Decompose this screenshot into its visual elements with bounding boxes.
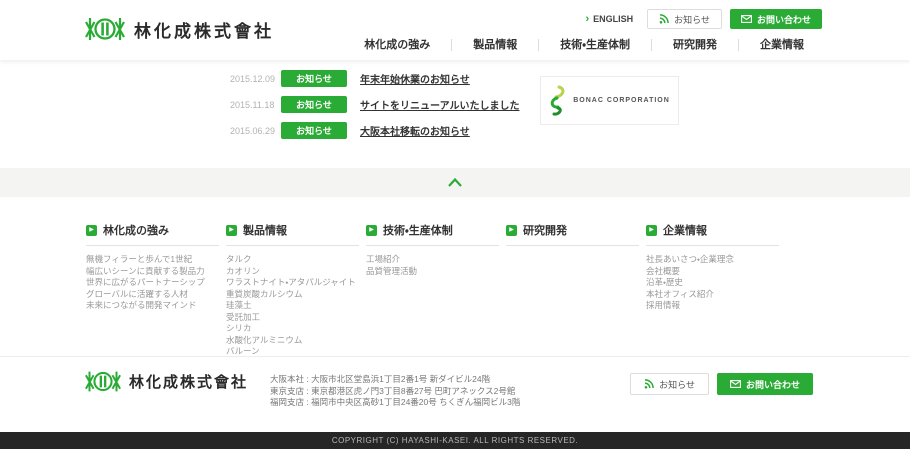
footer-link[interactable]: ワラストナイト・アタパルジャイト <box>226 277 359 289</box>
footer-link[interactable]: カオリン <box>226 266 359 278</box>
page: 林化成株式會社 › ENGLISH お知らせ お問い合わせ <box>0 0 910 449</box>
footer-logo[interactable]: 林化成株式會社 <box>85 367 248 396</box>
news-category-badge: お知らせ <box>281 70 347 87</box>
rss-icon <box>644 379 654 389</box>
footer-link[interactable]: 採用情報 <box>646 300 779 312</box>
footer-link[interactable]: 重質炭酸カルシウム <box>226 289 359 301</box>
news-row: 2015.06.29 お知らせ 大阪本社移転のお知らせ <box>230 122 520 139</box>
footer-link[interactable]: 品質管理活動 <box>366 266 499 278</box>
company-name: 林化成株式會社 <box>129 371 248 392</box>
footer-contact-button[interactable]: お問い合わせ <box>717 373 813 395</box>
bonac-logo-icon <box>549 85 567 117</box>
company-logo-icon <box>85 367 121 396</box>
footer-link[interactable]: 受託加工 <box>226 312 359 324</box>
header-news-label: お知らせ <box>674 13 710 26</box>
header-logo[interactable]: 林化成株式會社 <box>85 13 274 45</box>
nav-item-technology[interactable]: 技術・生産体制 <box>539 37 651 53</box>
company-name: 林化成株式會社 <box>134 17 274 42</box>
copyright-bar: COPYRIGHT (C) HAYASHI-KASEI. ALL RIGHTS … <box>0 432 910 449</box>
footer-col-strengths: ▶ 林化成の強み 無機フィラーと歩んで1世紀 幅広いシーンに貢献する製品力 世界… <box>86 222 219 358</box>
footer-link[interactable]: 本社オフィス紹介 <box>646 289 779 301</box>
nav-item-research[interactable]: 研究開発 <box>652 37 738 53</box>
chevron-up-icon <box>448 178 462 187</box>
header-utility-bar: › ENGLISH お知らせ お問い合わせ <box>585 9 822 29</box>
copyright-text: COPYRIGHT (C) HAYASHI-KASEI. ALL RIGHTS … <box>332 436 578 445</box>
footer-col-products: ▶ 製品情報 タルク カオリン ワラストナイト・アタパルジャイト 重質炭酸カルシ… <box>226 222 359 358</box>
footer-col-research: ▶ 研究開発 <box>506 222 639 358</box>
footer-col-title[interactable]: ▶ 製品情報 <box>226 222 359 246</box>
footer-col-company: ▶ 企業情報 社長あいさつ・企業理念 会社概要 沿革・歴史 本社オフィス紹介 採… <box>646 222 779 358</box>
triangle-right-icon: ▶ <box>506 225 517 236</box>
site-header: 林化成株式會社 › ENGLISH お知らせ お問い合わせ <box>0 0 910 60</box>
news-date: 2015.12.09 <box>230 74 281 84</box>
footer-link[interactable]: 未来につながる開発マインド <box>86 300 219 312</box>
rss-icon <box>659 14 669 24</box>
triangle-right-icon: ▶ <box>226 225 237 236</box>
footer-addresses: 大阪本社 : 大阪市北区堂島浜1丁目2番1号 新ダイビル24階 東京支店 : 東… <box>270 374 520 409</box>
nav-item-products[interactable]: 製品情報 <box>452 37 538 53</box>
header-contact-label: お問い合わせ <box>757 13 811 26</box>
header-news-button[interactable]: お知らせ <box>647 9 722 29</box>
chevron-right-icon: › <box>585 14 589 25</box>
news-date: 2015.06.29 <box>230 126 281 136</box>
address-osaka: 大阪本社 : 大阪市北区堂島浜1丁目2番1号 新ダイビル24階 <box>270 374 520 386</box>
news-row: 2015.11.18 お知らせ サイトをリニューアルいたしました <box>230 96 520 113</box>
news-link[interactable]: サイトをリニューアルいたしました <box>360 97 520 112</box>
footer-link[interactable]: 水酸化アルミニウム <box>226 335 359 347</box>
footer-columns: ▶ 林化成の強み 無機フィラーと歩んで1世紀 幅広いシーンに貢献する製品力 世界… <box>86 222 786 358</box>
footer-col-title[interactable]: ▶ 研究開発 <box>506 222 639 246</box>
english-label: ENGLISH <box>593 14 633 24</box>
footer-news-label: お知らせ <box>659 378 695 391</box>
footer-link[interactable]: タルク <box>226 254 359 266</box>
news-category-badge: お知らせ <box>281 96 347 113</box>
header-contact-button[interactable]: お問い合わせ <box>730 9 822 29</box>
footer-link[interactable]: 幅広いシーンに貢献する製品力 <box>86 266 219 278</box>
footer-link[interactable]: 世界に広がるパートナーシップ <box>86 277 219 289</box>
footer-link[interactable]: 工場紹介 <box>366 254 499 266</box>
footer-col-title[interactable]: ▶ 技術・生産体制 <box>366 222 499 246</box>
footer-buttons: お知らせ お問い合わせ <box>630 373 813 395</box>
site-footer: ▶ 林化成の強み 無機フィラーと歩んで1世紀 幅広いシーンに貢献する製品力 世界… <box>0 197 910 432</box>
address-tokyo: 東京支店 : 東京都港区虎ノ門3丁目8番27号 巴町アネックス2号館 <box>270 386 520 398</box>
footer-link[interactable]: 会社概要 <box>646 266 779 278</box>
news-row: 2015.12.09 お知らせ 年末年始休業のお知らせ <box>230 70 520 87</box>
footer-link[interactable]: シリカ <box>226 323 359 335</box>
main-nav: 林化成の強み 製品情報 技術・生産体制 研究開発 企業情報 <box>343 37 825 53</box>
scroll-top-band <box>0 168 910 197</box>
bonac-banner-label: BONAC CORPORATION <box>573 97 670 104</box>
footer-link[interactable]: 沿革・歴史 <box>646 277 779 289</box>
english-link[interactable]: › ENGLISH <box>585 14 633 25</box>
news-link[interactable]: 年末年始休業のお知らせ <box>360 71 470 86</box>
scroll-to-top-button[interactable] <box>443 175 467 191</box>
footer-col-title[interactable]: ▶ 林化成の強み <box>86 222 219 246</box>
footer-contact-label: お問い合わせ <box>746 378 800 391</box>
triangle-right-icon: ▶ <box>646 225 657 236</box>
bonac-banner[interactable]: BONAC CORPORATION <box>540 76 679 125</box>
footer-link[interactable]: 社長あいさつ・企業理念 <box>646 254 779 266</box>
footer-link[interactable]: 珪藻土 <box>226 300 359 312</box>
mail-icon <box>730 380 741 388</box>
footer-link[interactable]: 無機フィラーと歩んで1世紀 <box>86 254 219 266</box>
company-logo-icon <box>85 13 125 45</box>
mail-icon <box>741 15 752 23</box>
footer-divider <box>0 356 910 357</box>
footer-col-title[interactable]: ▶ 企業情報 <box>646 222 779 246</box>
news-link[interactable]: 大阪本社移転のお知らせ <box>360 123 470 138</box>
footer-news-button[interactable]: お知らせ <box>630 373 709 395</box>
nav-item-company[interactable]: 企業情報 <box>739 37 825 53</box>
news-category-badge: お知らせ <box>281 122 347 139</box>
triangle-right-icon: ▶ <box>366 225 377 236</box>
news-list: 2015.12.09 お知らせ 年末年始休業のお知らせ 2015.11.18 お… <box>230 70 520 139</box>
footer-link[interactable]: グローバルに活躍する人材 <box>86 289 219 301</box>
triangle-right-icon: ▶ <box>86 225 97 236</box>
address-fukuoka: 福岡支店 : 福岡市中央区高砂1丁目24番20号 ちくぎん福岡ビル3階 <box>270 397 520 409</box>
footer-col-technology: ▶ 技術・生産体制 工場紹介 品質管理活動 <box>366 222 499 358</box>
news-date: 2015.11.18 <box>230 100 281 110</box>
nav-item-strengths[interactable]: 林化成の強み <box>343 37 451 53</box>
